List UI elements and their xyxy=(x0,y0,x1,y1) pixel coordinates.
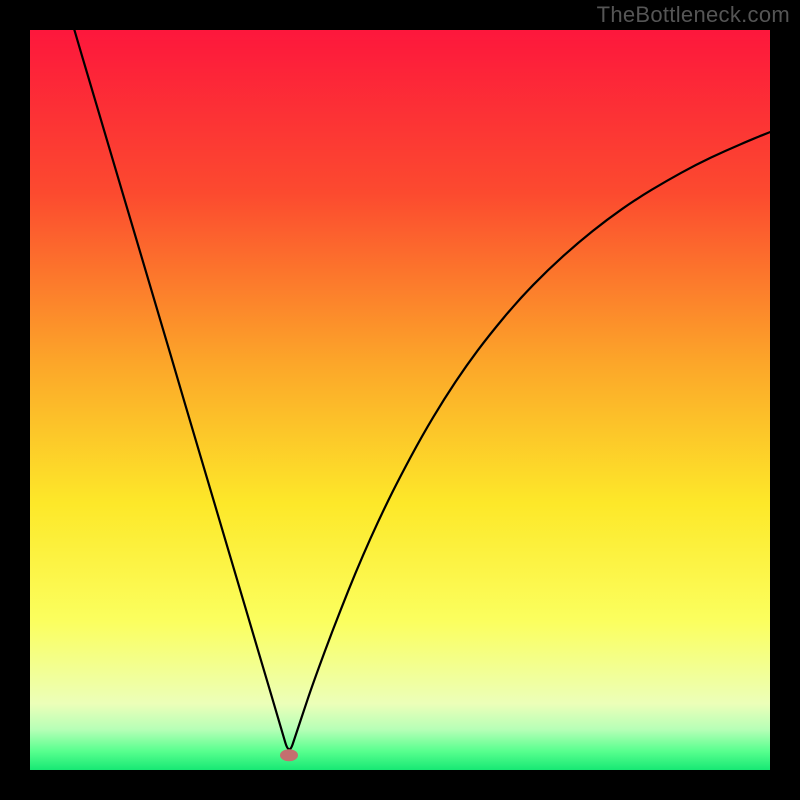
gradient-background xyxy=(30,30,770,770)
chart-frame: TheBottleneck.com xyxy=(0,0,800,800)
optimum-marker xyxy=(280,749,298,761)
bottleneck-chart xyxy=(30,30,770,770)
watermark-text: TheBottleneck.com xyxy=(597,2,790,28)
